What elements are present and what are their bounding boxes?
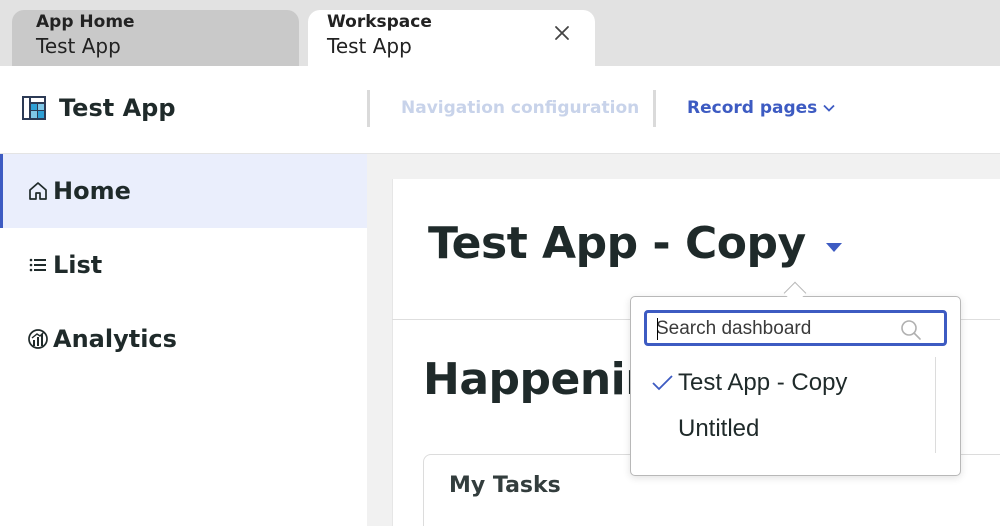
sidebar-item-label: List — [53, 251, 103, 279]
close-icon[interactable] — [553, 24, 571, 42]
sidebar-item-analytics[interactable]: Analytics — [0, 302, 367, 376]
caret-down-icon[interactable] — [825, 243, 842, 252]
chevron-down-icon — [823, 104, 835, 112]
dashboard-dropdown: Test App - Copy Untitled — [630, 296, 961, 476]
navigation-configuration-link[interactable]: Navigation configuration — [401, 98, 639, 118]
list-item-test-app-copy[interactable]: Test App - Copy — [651, 363, 847, 403]
tab-app-home[interactable]: App Home Test App — [12, 10, 299, 66]
browser-tab-strip: App Home Test App Workspace Test App — [0, 0, 1000, 66]
analytics-icon — [28, 329, 48, 349]
sidebar: Home List Analytics — [0, 154, 367, 526]
list-item-untitled[interactable]: Untitled — [651, 409, 759, 449]
tab-title: Test App — [36, 34, 121, 58]
sidebar-item-home[interactable]: Home — [0, 154, 367, 228]
dashboard-title: Test App - Copy — [428, 218, 806, 269]
app-header: Test App Navigation configuration Record… — [0, 66, 1000, 154]
header-divider — [653, 90, 656, 127]
record-pages-label: Record pages — [687, 98, 818, 118]
search-icon — [901, 320, 921, 340]
sidebar-item-list[interactable]: List — [0, 228, 367, 302]
check-icon — [652, 375, 673, 391]
text-cursor — [657, 318, 658, 340]
home-icon — [29, 182, 47, 200]
search-field[interactable] — [644, 310, 947, 346]
dashboard-title-selector[interactable]: Test App - Copy — [428, 218, 842, 269]
tab-title: Test App — [327, 34, 412, 58]
list-item-label: Test App - Copy — [678, 369, 848, 396]
header-divider — [367, 90, 370, 127]
list-icon — [29, 258, 46, 272]
app-name: Test App — [59, 94, 176, 122]
app-logo-icon — [22, 96, 46, 120]
tab-workspace[interactable]: Workspace Test App — [308, 10, 595, 66]
sidebar-item-label: Analytics — [53, 325, 177, 353]
list-item-label: Untitled — [678, 415, 760, 442]
record-pages-menu[interactable]: Record pages — [687, 98, 835, 118]
sidebar-item-label: Home — [53, 177, 131, 205]
tab-subtitle: Workspace — [327, 12, 432, 32]
my-tasks-title: My Tasks — [449, 473, 561, 498]
section-title: Happening — [423, 354, 633, 405]
search-input[interactable] — [656, 317, 896, 341]
dashboard-list: Test App - Copy Untitled — [631, 357, 936, 453]
tab-subtitle: App Home — [36, 12, 135, 32]
